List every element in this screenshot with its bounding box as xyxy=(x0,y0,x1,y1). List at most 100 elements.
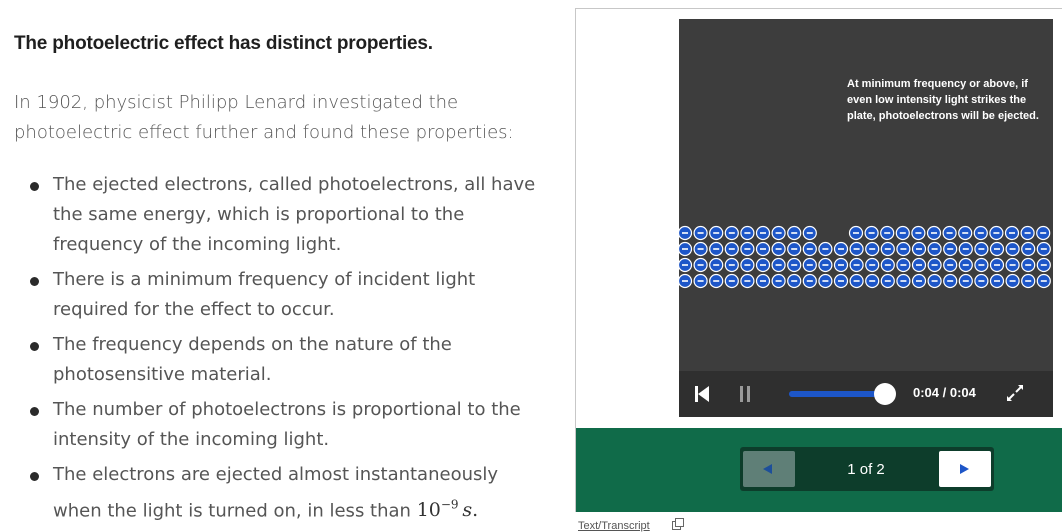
minus-sign xyxy=(962,264,969,266)
minus-sign xyxy=(915,232,922,234)
property-text: The frequency depends on the nature of t… xyxy=(53,334,452,385)
minus-sign xyxy=(697,248,704,250)
minus-sign xyxy=(962,280,969,282)
minus-sign xyxy=(916,264,922,266)
minus-sign xyxy=(744,280,751,282)
expand-icon[interactable] xyxy=(1005,383,1025,403)
minus-sign xyxy=(806,232,813,234)
next-slide-button[interactable] xyxy=(939,451,991,487)
minus-sign xyxy=(1040,248,1047,250)
minus-sign xyxy=(977,232,984,234)
minus-sign xyxy=(713,232,720,234)
article-heading: The photoelectric effect has distinct pr… xyxy=(14,33,433,54)
article-intro: In 1902, physicist Philipp Lenard invest… xyxy=(14,92,514,143)
minus-sign xyxy=(978,248,985,250)
minus-sign xyxy=(978,264,985,266)
minus-sign xyxy=(775,264,782,266)
minus-sign xyxy=(682,280,688,282)
minus-sign xyxy=(884,264,891,266)
property-text: The ejected electrons, called photoelect… xyxy=(53,174,536,255)
math-unit: s xyxy=(462,499,473,522)
video-player[interactable]: At minimum frequency or above, if even l… xyxy=(679,19,1053,417)
minus-sign xyxy=(775,248,782,250)
property-item: The frequency depends on the nature of t… xyxy=(30,330,550,390)
math-base: 10 xyxy=(416,499,441,522)
minus-sign xyxy=(931,264,938,266)
transcript-link[interactable]: Text/Transcript xyxy=(578,520,650,532)
minus-sign xyxy=(822,280,829,282)
minus-sign xyxy=(713,264,720,266)
skip-back-icon[interactable] xyxy=(695,385,709,403)
minus-sign xyxy=(962,232,969,234)
minus-sign xyxy=(791,248,798,250)
minus-sign xyxy=(713,280,720,282)
minus-sign xyxy=(1009,232,1015,234)
minus-sign xyxy=(947,248,954,250)
minus-sign xyxy=(884,248,891,250)
minus-sign xyxy=(868,232,875,234)
minus-sign xyxy=(1040,232,1047,234)
minus-sign xyxy=(838,264,844,266)
minus-sign xyxy=(853,264,860,266)
progress-fill xyxy=(789,391,885,397)
progress-track[interactable] xyxy=(789,391,885,397)
minus-sign xyxy=(978,280,985,282)
minus-sign xyxy=(744,248,751,250)
property-list: The ejected electrons, called photoelect… xyxy=(30,170,550,531)
minus-sign xyxy=(1040,280,1047,282)
minus-sign xyxy=(775,232,782,234)
minus-sign xyxy=(744,264,751,266)
minus-sign xyxy=(822,248,829,250)
external-window-icon[interactable] xyxy=(672,518,684,530)
minus-sign xyxy=(1025,264,1032,266)
minus-sign xyxy=(993,232,1000,234)
minus-sign xyxy=(728,280,735,282)
minus-sign xyxy=(791,264,798,266)
minus-sign xyxy=(760,280,766,282)
minus-sign xyxy=(900,248,907,250)
right-triangle-icon xyxy=(960,464,969,474)
minus-sign xyxy=(931,232,937,234)
minus-sign xyxy=(899,232,906,234)
minus-sign xyxy=(946,232,953,234)
minus-sign xyxy=(900,264,907,266)
minus-sign xyxy=(1040,264,1047,266)
property-item: The electrons are ejected almost instant… xyxy=(30,460,550,526)
slide-nav-controls: 1 of 2 xyxy=(740,447,994,491)
minus-sign xyxy=(1025,280,1032,282)
minus-sign xyxy=(682,248,688,250)
minus-sign xyxy=(994,280,1000,282)
minus-sign xyxy=(806,280,813,282)
video-controls: 0:04 / 0:04 xyxy=(679,371,1053,417)
minus-sign xyxy=(682,232,688,234)
minus-sign xyxy=(760,232,766,234)
minus-sign xyxy=(806,264,813,266)
previous-slide-button[interactable] xyxy=(743,451,795,487)
slide-counter: 1 of 2 xyxy=(847,461,885,478)
minus-sign xyxy=(1009,280,1016,282)
minus-sign xyxy=(900,280,907,282)
minus-sign xyxy=(822,264,829,266)
minus-sign xyxy=(791,232,798,234)
minus-sign xyxy=(853,280,860,282)
minus-sign xyxy=(697,232,704,234)
pause-icon[interactable] xyxy=(739,386,751,402)
minus-sign xyxy=(728,232,735,234)
minus-sign xyxy=(853,232,859,234)
minus-sign xyxy=(838,248,844,250)
time-expression: 10−9 s. xyxy=(416,498,479,522)
math-period: . xyxy=(472,499,479,522)
minus-sign xyxy=(682,264,688,266)
property-item: The ejected electrons, called photoelect… xyxy=(30,170,550,260)
left-triangle-icon xyxy=(763,464,772,474)
minus-sign xyxy=(884,232,891,234)
minus-sign xyxy=(728,264,735,266)
minus-sign xyxy=(775,280,782,282)
minus-sign xyxy=(931,248,938,250)
minus-sign xyxy=(791,280,798,282)
property-item: There is a minimum frequency of incident… xyxy=(30,265,550,325)
minus-sign xyxy=(760,264,766,266)
progress-knob[interactable] xyxy=(874,383,896,405)
minus-sign xyxy=(931,280,938,282)
minus-sign xyxy=(1024,232,1031,234)
